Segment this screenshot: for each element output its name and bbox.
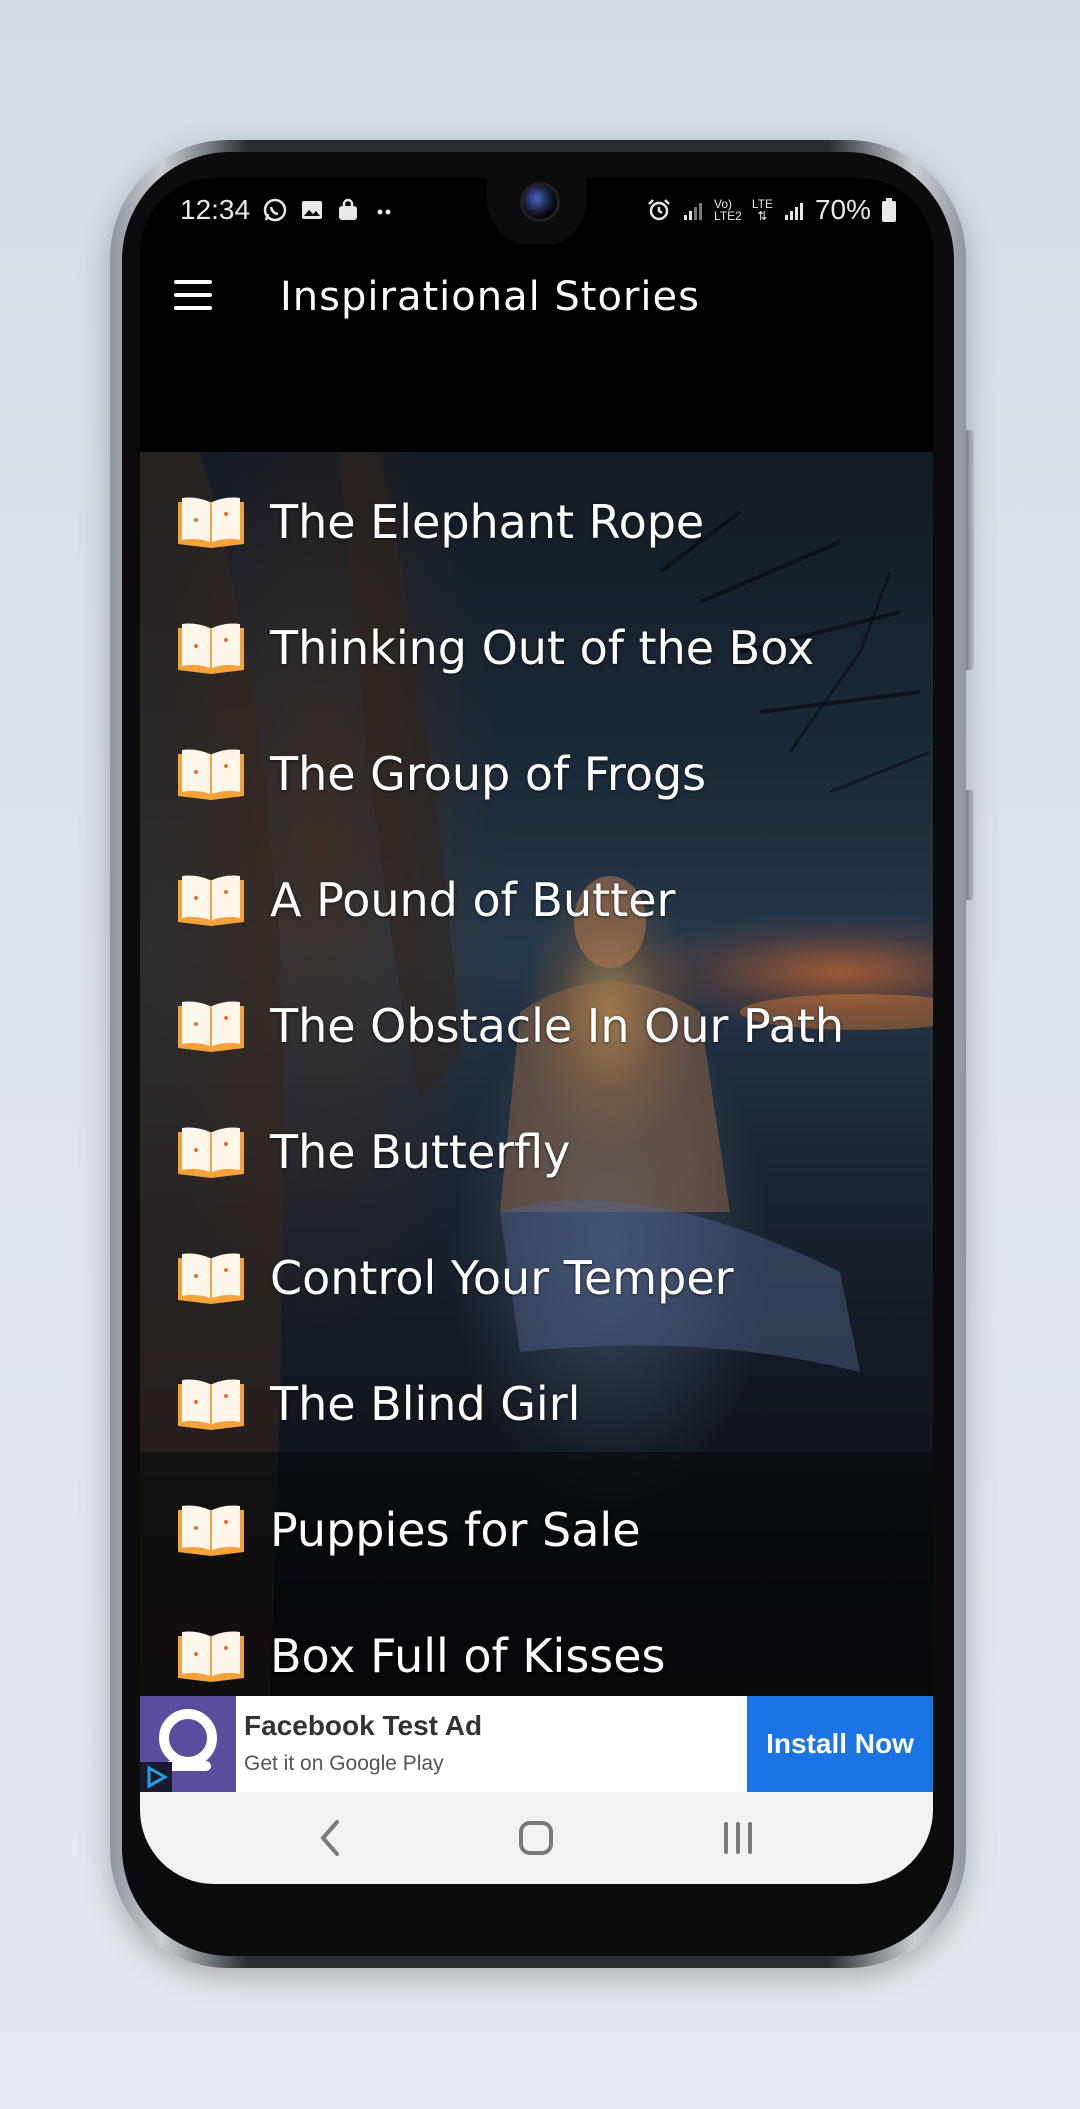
volte-indicator: Vo) LTE2 xyxy=(714,198,742,222)
ad-subtitle: Get it on Google Play xyxy=(244,1752,444,1775)
app-title: Inspirational Stories xyxy=(280,274,700,320)
open-book-icon xyxy=(178,623,244,674)
ad-logo xyxy=(140,1696,236,1792)
open-book-icon xyxy=(178,497,244,548)
list-item[interactable]: A Pound of Butter xyxy=(176,860,675,940)
status-bar: 12:34 Vo) LTE2 LTE ⇅ 70% xyxy=(140,178,933,248)
status-time: 12:34 xyxy=(180,194,251,225)
open-book-icon xyxy=(178,749,244,800)
home-button[interactable] xyxy=(506,1812,566,1864)
open-book-icon xyxy=(178,1631,244,1682)
whatsapp-icon xyxy=(263,198,287,222)
story-title: The Blind Girl xyxy=(270,1377,581,1431)
lte-indicator: LTE ⇅ xyxy=(752,198,773,222)
open-book-icon xyxy=(178,1001,244,1052)
list-item[interactable]: The Blind Girl xyxy=(176,1364,580,1444)
ad-choices-icon[interactable] xyxy=(140,1762,172,1792)
open-book-icon xyxy=(178,1505,244,1556)
open-book-icon xyxy=(178,1127,244,1178)
gallery-icon xyxy=(302,201,323,219)
story-title: Thinking Out of the Box xyxy=(270,621,815,675)
shopping-bag-icon xyxy=(339,198,358,220)
front-camera xyxy=(520,182,560,222)
recent-apps-button[interactable] xyxy=(708,1812,768,1864)
story-title: The Obstacle In Our Path xyxy=(270,999,845,1053)
list-item[interactable]: The Obstacle In Our Path xyxy=(176,986,844,1066)
story-title: The Elephant Rope xyxy=(270,495,705,549)
battery-percent: 70% xyxy=(814,194,871,225)
more-notifications-icon xyxy=(377,209,391,215)
home-icon xyxy=(519,1821,553,1855)
open-book-icon xyxy=(178,1253,244,1304)
signal-icon-2 xyxy=(784,203,803,220)
story-title: Puppies for Sale xyxy=(270,1503,641,1557)
recent-apps-icon xyxy=(724,1822,752,1854)
story-title: The Group of Frogs xyxy=(270,747,707,801)
back-button[interactable] xyxy=(300,1812,360,1864)
list-item[interactable]: The Butterfly xyxy=(176,1112,570,1192)
screen: 12:34 Vo) LTE2 LTE ⇅ 70% Inspirational S… xyxy=(140,178,933,1884)
list-item[interactable]: The Elephant Rope xyxy=(176,482,704,562)
list-item[interactable]: Thinking Out of the Box xyxy=(176,608,814,688)
camera-notch xyxy=(487,178,587,248)
open-book-icon xyxy=(178,1379,244,1430)
list-item[interactable]: Puppies for Sale xyxy=(176,1490,641,1570)
story-title: Box Full of Kisses xyxy=(270,1629,666,1683)
lte2-text: LTE2 xyxy=(714,209,742,223)
story-title: The Butterfly xyxy=(270,1125,571,1179)
battery-icon xyxy=(882,198,896,222)
story-title: Control Your Temper xyxy=(270,1251,734,1305)
volume-button xyxy=(966,430,974,670)
list-item[interactable]: The Group of Frogs xyxy=(176,734,706,814)
story-list-background: The Elephant Rope Thinking Out of the Bo… xyxy=(140,452,933,1696)
data-arrows-icon: ⇅ xyxy=(757,209,768,223)
back-chevron-icon xyxy=(320,1820,339,1856)
list-item[interactable]: Box Full of Kisses xyxy=(176,1616,666,1696)
hamburger-menu-icon[interactable] xyxy=(174,280,212,310)
ad-title: Facebook Test Ad xyxy=(244,1710,483,1741)
story-title: A Pound of Butter xyxy=(270,873,676,927)
power-button xyxy=(966,790,974,900)
list-item[interactable]: Control Your Temper xyxy=(176,1238,734,1318)
alarm-icon xyxy=(648,199,670,221)
install-now-button[interactable]: Install Now xyxy=(747,1696,933,1792)
system-nav-bar xyxy=(140,1792,933,1884)
ad-banner[interactable]: Facebook Test Ad Get it on Google Play I… xyxy=(140,1696,933,1792)
open-book-icon xyxy=(178,875,244,926)
signal-icon-1 xyxy=(684,203,703,220)
